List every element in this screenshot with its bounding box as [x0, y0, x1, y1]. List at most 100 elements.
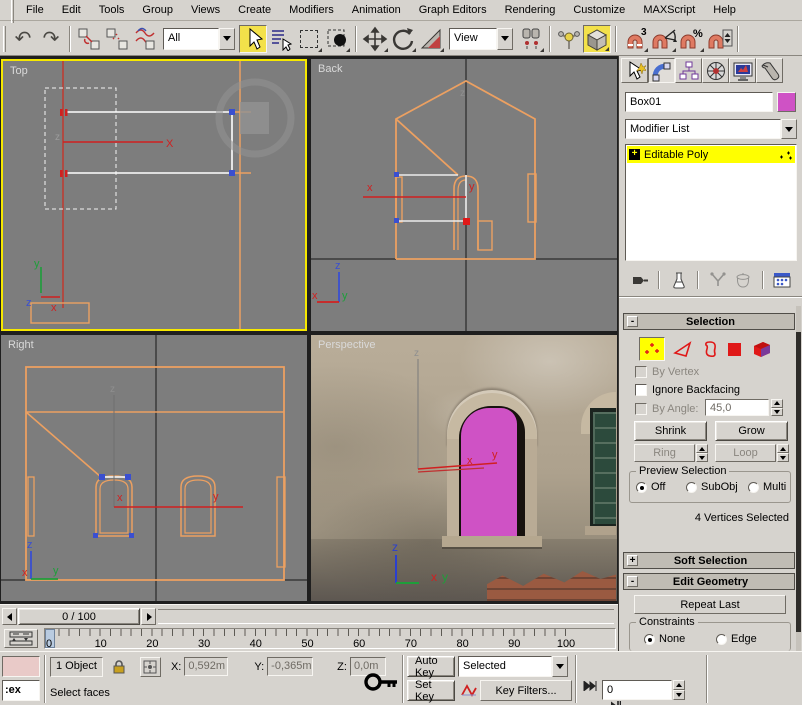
- toolbar-grip[interactable]: [3, 25, 6, 52]
- viewport-back-label[interactable]: Back: [318, 63, 342, 75]
- grow-button[interactable]: Grow: [715, 421, 788, 441]
- constraint-none-radio[interactable]: [644, 633, 655, 645]
- select-and-link-button[interactable]: [75, 25, 103, 53]
- tab-create[interactable]: [621, 58, 648, 83]
- viewport-right[interactable]: z x y z x y Right: [1, 335, 307, 601]
- by-angle-field[interactable]: 45,0: [705, 399, 769, 416]
- default-in-out-tangents-button[interactable]: [458, 680, 479, 700]
- loop-spinner[interactable]: [777, 444, 789, 462]
- select-and-scale-button[interactable]: [417, 25, 445, 53]
- time-slider-next-button[interactable]: [141, 608, 156, 625]
- rectangular-selection-region-button[interactable]: [295, 25, 323, 53]
- absolute-offset-toggle[interactable]: [139, 656, 161, 677]
- ignore-backfacing-checkbox-row[interactable]: Ignore Backfacing: [635, 383, 740, 397]
- y-coordinate-field[interactable]: -0,365m: [267, 657, 314, 676]
- tab-modify[interactable]: [648, 58, 675, 83]
- repeat-last-button[interactable]: Repeat Last: [634, 595, 786, 614]
- shrink-button[interactable]: Shrink: [634, 421, 707, 441]
- constraint-edge-radio[interactable]: [716, 633, 727, 645]
- collapse-icon[interactable]: -: [627, 576, 638, 587]
- expand-icon[interactable]: +: [627, 555, 638, 566]
- select-and-manipulate-button[interactable]: [555, 25, 583, 53]
- use-pivot-point-center-button[interactable]: [517, 25, 545, 53]
- menubar-grip[interactable]: [11, 0, 14, 23]
- current-frame-field[interactable]: 0: [602, 680, 672, 700]
- panel-scrollbar[interactable]: [796, 306, 801, 651]
- tab-hierarchy[interactable]: [675, 58, 702, 83]
- preview-subobj-radio-row[interactable]: SubObj: [686, 481, 738, 493]
- window-crossing-toggle-button[interactable]: [323, 25, 351, 53]
- menu-maxscript[interactable]: MAXScript: [634, 2, 704, 18]
- menu-edit[interactable]: Edit: [53, 2, 90, 18]
- set-keys-button[interactable]: [363, 660, 399, 700]
- vertex-subobject-button[interactable]: [639, 337, 665, 361]
- key-mode-arrow[interactable]: [552, 656, 568, 677]
- preview-multi-radio-row[interactable]: Multi: [748, 481, 786, 493]
- collapse-icon[interactable]: -: [627, 316, 638, 327]
- by-angle-row[interactable]: By Angle:: [635, 402, 698, 416]
- border-subobject-button[interactable]: [701, 339, 719, 359]
- menu-customize[interactable]: Customize: [564, 2, 634, 18]
- key-filters-button[interactable]: Key Filters...: [480, 680, 572, 701]
- constraint-edge-radio-row[interactable]: Edge: [716, 633, 757, 645]
- edit-geometry-rollout-header[interactable]: - Edit Geometry: [623, 573, 795, 590]
- modifier-list-arrow[interactable]: [781, 119, 797, 139]
- viewport-right-label[interactable]: Right: [8, 339, 34, 351]
- menu-rendering[interactable]: Rendering: [496, 2, 565, 18]
- by-angle-checkbox[interactable]: [635, 403, 647, 415]
- viewport-top-label[interactable]: Top: [10, 65, 28, 77]
- ring-spinner[interactable]: [696, 444, 708, 462]
- auto-key-button[interactable]: Auto Key: [407, 655, 455, 679]
- key-mode-dropdown[interactable]: Selected: [458, 656, 568, 677]
- ring-button[interactable]: Ring: [634, 444, 695, 462]
- configure-modifier-sets-button[interactable]: [772, 270, 793, 290]
- tab-motion[interactable]: [702, 58, 729, 83]
- x-coordinate-field[interactable]: 0,592m: [184, 657, 229, 676]
- select-by-name-button[interactable]: [267, 25, 295, 53]
- time-slider-prev-button[interactable]: [2, 608, 17, 625]
- reference-coordsys-dropdown[interactable]: View: [449, 27, 513, 50]
- unlink-selection-button[interactable]: [103, 25, 131, 53]
- menu-graph-editors[interactable]: Graph Editors: [410, 2, 496, 18]
- make-unique-button[interactable]: [708, 270, 729, 290]
- menu-views[interactable]: Views: [182, 2, 229, 18]
- by-vertex-checkbox-row[interactable]: By Vertex: [635, 365, 699, 379]
- tab-display[interactable]: [729, 58, 756, 83]
- menu-create[interactable]: Create: [229, 2, 280, 18]
- viewport-top[interactable]: X z y z x Top: [1, 59, 307, 331]
- frame-spinner[interactable]: [673, 680, 685, 700]
- snap-toggle-3d-button[interactable]: 3: [621, 25, 649, 53]
- time-slider-track[interactable]: [158, 609, 614, 624]
- constraint-none-radio-row[interactable]: None: [644, 633, 685, 645]
- ignore-backfacing-checkbox[interactable]: [635, 384, 647, 396]
- preview-subobj-radio[interactable]: [686, 481, 697, 493]
- viewport-back[interactable]: x y z z x y Back: [311, 59, 617, 331]
- time-slider-thumb[interactable]: 0 / 100: [18, 608, 140, 625]
- menu-animation[interactable]: Animation: [343, 2, 410, 18]
- modifier-stack-list[interactable]: + Editable Poly: [625, 144, 797, 261]
- preview-off-radio[interactable]: [636, 481, 647, 493]
- angle-snap-toggle-button[interactable]: [649, 25, 677, 53]
- select-and-move-button[interactable]: [361, 25, 389, 53]
- undo-button[interactable]: ↶: [9, 25, 37, 53]
- maxscript-mini-listener[interactable]: :ex: [2, 680, 40, 701]
- by-angle-spinner[interactable]: [771, 399, 783, 416]
- menu-file[interactable]: File: [17, 2, 53, 18]
- stack-item-editable-poly[interactable]: + Editable Poly: [627, 146, 795, 163]
- preview-multi-radio[interactable]: [748, 481, 759, 493]
- edge-subobject-button[interactable]: [672, 339, 694, 359]
- selection-rollout-header[interactable]: - Selection: [623, 313, 795, 330]
- scrollbar-thumb[interactable]: [796, 332, 801, 632]
- open-mini-trackview-button[interactable]: [4, 629, 38, 648]
- spinner-snap-toggle-button[interactable]: [705, 25, 733, 53]
- selection-lock-toggle[interactable]: [109, 657, 130, 677]
- polygon-subobject-button[interactable]: [726, 340, 744, 358]
- object-name-input[interactable]: [625, 92, 773, 112]
- loop-button[interactable]: Loop: [715, 444, 776, 462]
- modifier-list-dropdown[interactable]: Modifier List: [625, 119, 797, 139]
- stack-expand-icon[interactable]: +: [629, 149, 640, 160]
- by-vertex-checkbox[interactable]: [635, 366, 647, 378]
- redo-button[interactable]: ↷: [37, 25, 65, 53]
- menu-help[interactable]: Help: [704, 2, 745, 18]
- pin-stack-button[interactable]: [629, 270, 650, 290]
